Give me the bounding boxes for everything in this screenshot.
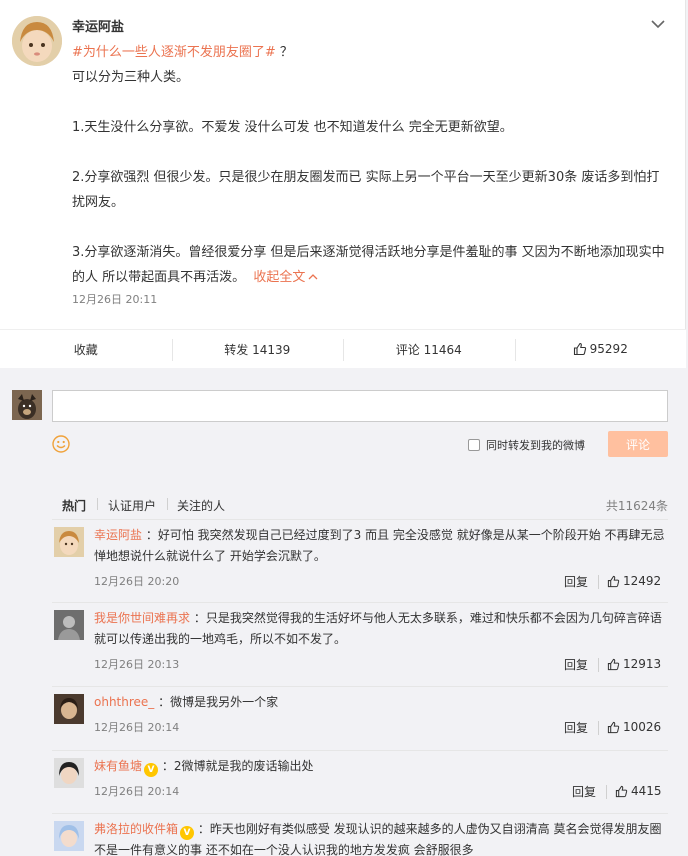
comment-total-count: 共11624条 <box>605 499 668 513</box>
hashtag-suffix: ？ <box>275 45 293 60</box>
thumbs-up-icon <box>607 575 620 587</box>
comment-tabs: 热门 认证用户 关注的人 共11624条 <box>52 484 668 520</box>
comments-section: 热门 认证用户 关注的人 共11624条 幸运阿盐 ：好可怕 我突然发现自己已经… <box>52 484 668 856</box>
post-author-avatar[interactable] <box>12 16 62 66</box>
verified-badge-icon: V <box>180 826 195 840</box>
comment-text: 2微博就是我的废话输出处 <box>173 759 314 773</box>
chevron-up-icon <box>308 274 318 280</box>
submit-comment-button[interactable]: 评论 <box>608 431 668 457</box>
comment-body: ohhthree_ ：微博是我另外一个家 <box>94 695 279 709</box>
comment-body: 弗洛拉的收件箱 V ：昨天也刚好有类似感受 发现认识的越来越多的人虚伪又自诩清高 … <box>94 822 662 856</box>
comment-timestamp: 12月26日 20:20 <box>94 575 180 588</box>
post-paragraph: 2.分享欲强烈 但很少发。只是很少在朋友圈发而已 实际上另一个平台一天至少更新3… <box>72 170 660 210</box>
comment-body: 幸运阿盐 ：好可怕 我突然发现自己已经过度到了3 而且 完全没感觉 就好像是从某… <box>94 528 665 563</box>
commenter-avatar[interactable] <box>54 758 84 788</box>
favorite-button[interactable]: 收藏 <box>0 330 172 368</box>
comment-timestamp: 12月26日 20:13 <box>94 658 180 671</box>
comment-like-button[interactable]: 12492 <box>607 574 661 588</box>
comment-text: 微博是我另外一个家 <box>170 695 279 709</box>
comment-text: 好可怕 我突然发现自己已经过度到了3 而且 完全没感觉 就好像是从某一个阶段开始… <box>94 528 665 563</box>
post-action-bar: 收藏 转发 14139 评论 11464 95292 <box>0 329 686 368</box>
comment-item: 我是你世间难再求 ：只是我突然觉得我的生活好坏与他人无太多联系，难过和快乐都不会… <box>52 604 668 687</box>
comment-item: 妹有鱼塘 V ：2微博就是我的废话输出处 12月26日 20:14 回复 4415 <box>52 752 668 814</box>
comment-like-button[interactable]: 10026 <box>607 720 661 734</box>
collapse-text-link[interactable]: 收起全文 <box>253 270 318 285</box>
divider <box>598 658 599 672</box>
post-content: #为什么一些人逐渐不发朋友圈了# ？ 可以分为三种人类。 1.天生没什么分享欲。… <box>72 40 667 290</box>
sync-repost-option[interactable]: 同时转发到我的微博 <box>468 437 585 453</box>
post-paragraph: 可以分为三种人类。 <box>72 70 190 85</box>
comment-like-button[interactable]: 4415 <box>615 784 662 798</box>
comment-item: ohhthree_ ：微博是我另外一个家 12月26日 20:14 回复 100… <box>52 688 668 751</box>
smiley-icon[interactable] <box>52 435 70 453</box>
thumbs-up-icon <box>573 342 586 356</box>
comment-item: 弗洛拉的收件箱 V ：昨天也刚好有类似感受 发现认识的越来越多的人虚伪又自诩清高 … <box>52 815 668 856</box>
like-button[interactable]: 95292 <box>514 330 687 368</box>
comment-text: 昨天也刚好有类似感受 发现认识的越来越多的人虚伪又自诩清高 莫名会觉得发朋友圈不… <box>94 822 662 856</box>
post-author-name[interactable]: 幸运阿盐 <box>72 16 124 35</box>
weibo-post-card: 幸运阿盐 #为什么一些人逐渐不发朋友圈了# ？ 可以分为三种人类。 1.天生没什… <box>0 0 686 368</box>
chevron-down-icon[interactable] <box>650 16 666 32</box>
sync-repost-label: 同时转发到我的微博 <box>486 439 585 452</box>
commenter-name[interactable]: 妹有鱼塘 <box>94 759 142 773</box>
divider <box>598 721 599 735</box>
thumbs-up-icon <box>615 785 628 797</box>
repost-button[interactable]: 转发 14139 <box>171 330 344 368</box>
hashtag-link[interactable]: #为什么一些人逐渐不发朋友圈了# <box>72 45 276 60</box>
commenter-avatar[interactable] <box>54 694 84 724</box>
thumbs-up-icon <box>607 721 620 733</box>
thumbs-up-icon <box>607 658 620 670</box>
divider <box>598 575 599 589</box>
commenter-name[interactable]: 我是你世间难再求 <box>94 611 190 625</box>
commenter-avatar[interactable] <box>54 527 84 557</box>
commenter-name[interactable]: ohhthree_ <box>94 695 154 709</box>
comment-body: 我是你世间难再求 ：只是我突然觉得我的生活好坏与他人无太多联系，难过和快乐都不会… <box>94 611 662 646</box>
commenter-avatar[interactable] <box>54 821 84 851</box>
tab-hot[interactable]: 热门 <box>62 497 86 514</box>
tab-verified-users[interactable]: 认证用户 <box>108 497 156 514</box>
commenter-name[interactable]: 弗洛拉的收件箱 <box>94 822 178 836</box>
tab-following[interactable]: 关注的人 <box>177 497 225 514</box>
divider <box>606 785 607 799</box>
current-user-avatar[interactable] <box>12 390 42 420</box>
comment-item: 幸运阿盐 ：好可怕 我突然发现自己已经过度到了3 而且 完全没感觉 就好像是从某… <box>52 521 668 603</box>
comment-body: 妹有鱼塘 V ：2微博就是我的废话输出处 <box>94 759 314 777</box>
commenter-avatar[interactable] <box>54 610 84 640</box>
sync-repost-checkbox[interactable] <box>468 439 480 451</box>
tab-divider <box>97 498 98 510</box>
verified-badge-icon: V <box>144 763 159 777</box>
comment-like-button[interactable]: 12913 <box>607 657 661 671</box>
comment-button[interactable]: 评论 11464 <box>343 330 515 368</box>
reply-button[interactable]: 回复 <box>572 783 596 800</box>
tab-divider <box>167 498 168 510</box>
comment-timestamp: 12月26日 20:14 <box>94 721 180 734</box>
comment-input[interactable] <box>52 390 668 422</box>
post-timestamp[interactable]: 12月26日 20:11 <box>72 291 157 307</box>
reply-button[interactable]: 回复 <box>564 719 588 736</box>
post-paragraph: 3.分享欲逐渐消失。曾经很爱分享 但是后来逐渐觉得活跃地分享是件羞耻的事 又因为… <box>72 245 665 285</box>
post-paragraph: 1.天生没什么分享欲。不爱发 没什么可发 也不知道发什么 完全无更新欲望。 <box>72 120 513 135</box>
reply-button[interactable]: 回复 <box>564 573 588 590</box>
commenter-name[interactable]: 幸运阿盐 <box>94 528 142 542</box>
reply-button[interactable]: 回复 <box>564 656 588 673</box>
comment-timestamp: 12月26日 20:14 <box>94 785 180 798</box>
